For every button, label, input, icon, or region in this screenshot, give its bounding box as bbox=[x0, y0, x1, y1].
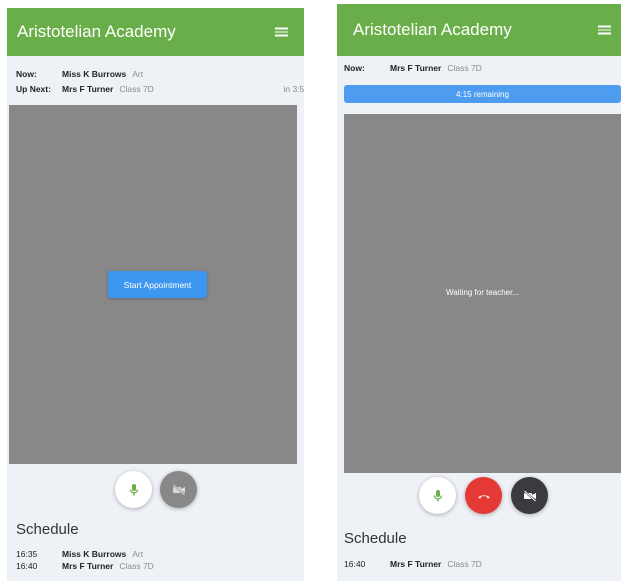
schedule-subject: Art bbox=[132, 549, 144, 559]
right-screen: Aristotelian Academy Now: Mrs F Turner Cl… bbox=[337, 4, 621, 581]
camera-off-icon bbox=[172, 483, 185, 496]
now-teacher: Miss K Burrows bbox=[62, 69, 127, 79]
now-teacher-group: Miss K Burrows Art bbox=[62, 69, 143, 79]
schedule-subject: Class 7D bbox=[447, 559, 482, 569]
app-bar: Aristotelian Academy bbox=[7, 8, 304, 56]
microphone-button[interactable] bbox=[115, 471, 152, 508]
app-title: Aristotelian Academy bbox=[353, 20, 512, 39]
app-title: Aristotelian Academy bbox=[17, 22, 176, 41]
schedule-time: 16:35 bbox=[16, 549, 38, 559]
up-next-row: Up Next: Mrs F Turner Class 7D in 3:57 bbox=[16, 84, 304, 95]
left-screen: Aristotelian Academy Now: Miss K Burrows… bbox=[7, 8, 304, 581]
phone-hangup-icon bbox=[478, 494, 489, 498]
now-row: Now: Mrs F Turner Class 7D bbox=[344, 63, 614, 74]
up-next-eta: in 3:57 bbox=[283, 84, 304, 94]
schedule-subject: Class 7D bbox=[119, 561, 154, 571]
schedule-teacher: Miss K Burrows bbox=[62, 549, 127, 559]
up-next-teacher: Mrs F Turner bbox=[62, 84, 114, 94]
schedule-entry: Mrs F Turner Class 7D bbox=[390, 559, 482, 569]
schedule-row: 16:35 Miss K Burrows Art bbox=[16, 549, 296, 560]
schedule-entry: Mrs F Turner Class 7D bbox=[62, 561, 154, 571]
schedule-row: 16:40 Mrs F Turner Class 7D bbox=[344, 559, 614, 570]
start-appointment-button[interactable]: Start Appointment bbox=[108, 271, 207, 298]
now-row: Now: Miss K Burrows Art bbox=[16, 69, 304, 80]
schedule-title: Schedule bbox=[16, 521, 79, 538]
schedule-teacher: Mrs F Turner bbox=[62, 561, 114, 571]
waiting-status: Waiting for teacher... bbox=[445, 288, 520, 297]
microphone-icon bbox=[129, 483, 138, 495]
video-area: Start Appointment bbox=[9, 105, 297, 464]
up-next-label: Up Next: bbox=[16, 84, 51, 94]
now-subject: Art bbox=[132, 69, 144, 79]
schedule-teacher: Mrs F Turner bbox=[390, 559, 442, 569]
up-next-subject: Class 7D bbox=[119, 84, 154, 94]
camera-off-icon bbox=[523, 489, 536, 502]
now-teacher-group: Mrs F Turner Class 7D bbox=[390, 63, 482, 73]
camera-button[interactable] bbox=[160, 471, 197, 508]
now-teacher: Mrs F Turner bbox=[390, 63, 442, 73]
schedule-time: 16:40 bbox=[16, 561, 38, 571]
app-bar: Aristotelian Academy bbox=[337, 4, 621, 56]
now-label: Now: bbox=[344, 63, 365, 73]
now-subject: Class 7D bbox=[447, 63, 482, 73]
schedule-title: Schedule bbox=[344, 530, 407, 547]
hang-up-button[interactable] bbox=[465, 477, 502, 514]
time-remaining-bar: 4:15 remaining bbox=[344, 85, 621, 103]
now-label: Now: bbox=[16, 69, 37, 79]
menu-icon[interactable] bbox=[275, 27, 288, 37]
microphone-icon bbox=[433, 489, 442, 501]
video-area: Waiting for teacher... bbox=[344, 114, 621, 473]
up-next-teacher-group: Mrs F Turner Class 7D bbox=[62, 84, 154, 94]
schedule-time: 16:40 bbox=[344, 559, 366, 569]
microphone-button[interactable] bbox=[419, 477, 456, 514]
camera-button[interactable] bbox=[511, 477, 548, 514]
menu-icon[interactable] bbox=[598, 25, 611, 35]
schedule-row: 16:40 Mrs F Turner Class 7D bbox=[16, 561, 296, 572]
schedule-entry: Miss K Burrows Art bbox=[62, 549, 143, 559]
